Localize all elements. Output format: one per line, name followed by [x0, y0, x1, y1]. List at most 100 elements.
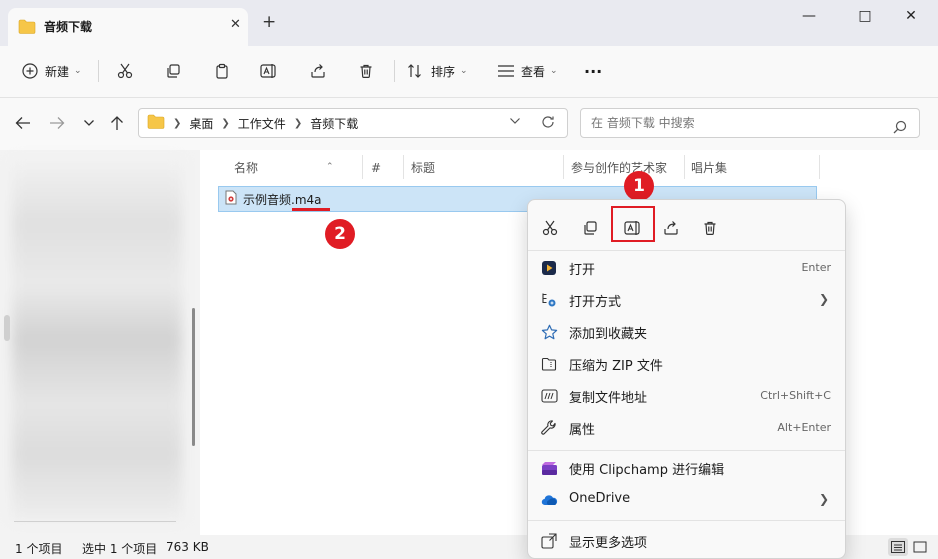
annotation-badge-1: 1 [624, 171, 654, 201]
column-header-number[interactable]: # [371, 154, 381, 182]
view-button[interactable]: 查看 ⌄ [496, 58, 558, 84]
menu-item-open[interactable]: 打开 Enter [528, 252, 845, 284]
plus-circle-icon [20, 61, 40, 81]
clipchamp-icon [540, 459, 558, 477]
arrow-left-icon [15, 117, 30, 129]
menu-item-compress-zip[interactable]: 压缩为 ZIP 文件 [528, 348, 845, 380]
breadcrumb-desktop[interactable]: 桌面 [189, 115, 213, 132]
scissors-icon [115, 61, 135, 81]
column-header-album[interactable]: 唱片集 [691, 154, 727, 182]
arrow-right-icon [50, 117, 65, 129]
column-header-title[interactable]: 标题 [411, 154, 435, 182]
forward-button[interactable] [46, 112, 68, 134]
cut-button[interactable] [115, 58, 135, 84]
more-icon: ··· [584, 61, 603, 81]
file-name: 示例音频.m4a [243, 191, 322, 208]
chevron-down-icon: ⌄ [550, 66, 558, 76]
menu-item-clipchamp[interactable]: 使用 Clipchamp 进行编辑 [528, 452, 845, 484]
share-icon [664, 221, 678, 235]
share-button[interactable] [308, 58, 328, 84]
rename-button[interactable] [259, 58, 279, 84]
maximize-button[interactable]: □ [850, 8, 880, 24]
media-player-icon [540, 259, 558, 277]
column-header-name[interactable]: 名称 ⌃ [234, 154, 334, 182]
sort-button[interactable]: 排序 ⌄ [406, 58, 468, 84]
new-label: 新建 [45, 64, 70, 79]
clipboard-icon [212, 61, 232, 81]
tiles-view-icon [913, 541, 927, 553]
selected-count: 选中 1 个项目 [82, 542, 158, 556]
share-icon [308, 61, 328, 81]
copy-button[interactable] [163, 58, 183, 84]
chevron-down-icon[interactable] [509, 117, 521, 128]
close-window-button[interactable]: ✕ [896, 8, 926, 24]
menu-delete-button[interactable] [692, 212, 728, 244]
close-tab-icon[interactable]: ✕ [230, 17, 241, 32]
recent-locations-button[interactable] [78, 112, 100, 134]
column-divider[interactable] [563, 155, 564, 179]
search-input[interactable]: 在 音频下载 中搜索 [580, 108, 920, 138]
details-view-icon [891, 541, 905, 553]
arrow-up-icon [111, 116, 123, 130]
menu-item-onedrive[interactable]: OneDrive ❯ [528, 484, 845, 516]
column-divider[interactable] [819, 155, 820, 179]
paste-button[interactable] [212, 58, 232, 84]
copy-icon [163, 61, 183, 81]
menu-share-button[interactable] [653, 212, 689, 244]
delete-button[interactable] [356, 58, 376, 84]
up-button[interactable] [106, 112, 128, 134]
blurred-navigation-tree [12, 158, 182, 520]
tiles-view-button[interactable] [910, 538, 930, 556]
menu-item-label: 属性 [569, 423, 596, 438]
column-divider[interactable] [684, 155, 685, 179]
menu-item-shortcut: Alt+Enter [777, 421, 831, 434]
menu-copy-button[interactable] [572, 212, 608, 244]
menu-item-label: 使用 Clipchamp 进行编辑 [569, 463, 725, 478]
breadcrumb-work-files[interactable]: 工作文件 [238, 115, 286, 132]
new-tab-button[interactable]: + [262, 14, 276, 31]
item-count: 1 个项目 [15, 542, 63, 556]
star-icon [540, 323, 558, 341]
trash-icon [704, 221, 716, 236]
column-header-artist[interactable]: 参与创作的艺术家 [571, 154, 667, 182]
navigation-pane[interactable] [0, 150, 190, 535]
sort-label: 排序 [431, 64, 456, 79]
wrench-icon [540, 419, 558, 437]
new-button[interactable]: 新建 ⌄ [20, 58, 82, 84]
command-bar: 新建 ⌄ 排序 ⌄ 查看 ⌄ ··· [0, 46, 938, 98]
back-button[interactable] [12, 112, 34, 134]
menu-item-shortcut: Enter [801, 261, 831, 274]
folder-icon [18, 19, 36, 37]
column-divider[interactable] [403, 155, 404, 179]
copy-path-icon [540, 387, 558, 405]
details-view-button[interactable] [888, 538, 908, 556]
tab-title: 音频下载 [44, 20, 93, 34]
chevron-right-icon: ❯ [221, 117, 230, 129]
sidebar-divider [14, 521, 176, 522]
pane-handle[interactable] [4, 315, 10, 341]
title-bar: 音频下载 ✕ + — □ ✕ [0, 0, 938, 46]
tab-audio-download[interactable]: 音频下载 ✕ [8, 8, 248, 46]
chevron-right-icon: ❯ [818, 492, 829, 506]
menu-item-add-favorites[interactable]: 添加到收藏夹 [528, 316, 845, 348]
more-options-button[interactable]: ··· [584, 58, 602, 84]
menu-item-properties[interactable]: 属性 Alt+Enter [528, 412, 845, 444]
selected-size: 763 KB [166, 540, 209, 554]
toolbar-divider [98, 60, 99, 82]
menu-item-show-more[interactable]: 显示更多选项 [528, 525, 845, 557]
refresh-icon[interactable] [541, 115, 555, 133]
toolbar-divider [394, 60, 395, 82]
sidebar-scrollbar[interactable] [192, 308, 195, 446]
chevron-right-icon: ❯ [293, 117, 303, 129]
search-icon [893, 116, 907, 144]
menu-item-open-with[interactable]: 打开方式 ❯ [528, 284, 845, 316]
column-divider[interactable] [362, 155, 363, 179]
breadcrumb-audio-download[interactable]: 音频下载 [310, 115, 358, 132]
address-bar[interactable]: ❯ 桌面 ❯ 工作文件 ❯ 音频下载 [138, 108, 568, 138]
rename-icon [259, 61, 279, 81]
menu-item-copy-path[interactable]: 复制文件地址 Ctrl+Shift+C [528, 380, 845, 412]
minimize-button[interactable]: — [794, 8, 824, 24]
menu-item-shortcut: Ctrl+Shift+C [760, 389, 831, 402]
menu-cut-button[interactable] [532, 212, 568, 244]
menu-divider [528, 520, 845, 521]
